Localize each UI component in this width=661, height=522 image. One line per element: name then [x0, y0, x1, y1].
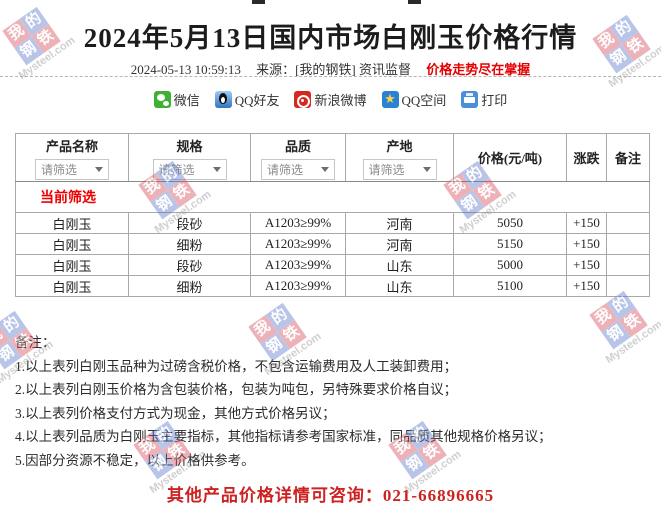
table-row: 白刚玉 段砂 A1203≥99% 河南 5050 +150: [16, 213, 650, 234]
cell-spec: 细粉: [129, 276, 251, 297]
cell-remark: [607, 276, 650, 297]
dashed-divider: [0, 76, 661, 77]
share-weibo-button[interactable]: 新浪微博: [294, 90, 366, 109]
cell-change: +150: [567, 255, 607, 276]
note-item: 4.以上表列品质为白刚玉主要指标，其他指标请参考国家标准，同品质其他规格价格另议…: [15, 425, 645, 449]
wechat-icon: [154, 91, 171, 108]
cell-change: +150: [567, 234, 607, 255]
column-label-origin: 产地: [386, 136, 412, 155]
column-header-remark: 备注: [607, 134, 650, 182]
filter-select-product[interactable]: 请筛选: [35, 159, 109, 180]
chevron-down-icon: [321, 167, 329, 172]
filter-placeholder: 请筛选: [159, 161, 195, 178]
filter-select-quality[interactable]: 请筛选: [261, 159, 335, 180]
filter-placeholder: 请筛选: [41, 161, 77, 178]
chevron-down-icon: [423, 167, 431, 172]
share-bar: 微信 QQ好友 新浪微博 ★ QQ空间 打印: [0, 90, 661, 109]
share-wechat-button[interactable]: 微信: [154, 90, 200, 109]
column-header-quality: 品质 请筛选: [251, 134, 346, 182]
cell-spec: 段砂: [129, 255, 251, 276]
cell-origin: 河南: [346, 234, 454, 255]
cell-price: 5150: [454, 234, 567, 255]
cell-product: 白刚玉: [16, 213, 129, 234]
share-qzone-button[interactable]: ★ QQ空间: [382, 90, 447, 109]
cell-change: +150: [567, 276, 607, 297]
page-title: 2024年5月13日国内市场白刚玉价格行情: [0, 16, 661, 55]
cell-product: 白刚玉: [16, 255, 129, 276]
cell-remark: [607, 255, 650, 276]
cell-price: 5000: [454, 255, 567, 276]
filter-placeholder: 请筛选: [267, 161, 303, 178]
source-label: 来源：[我的钢铁] 资讯监督: [256, 62, 411, 77]
qq-icon: [215, 91, 232, 108]
column-label-quality: 品质: [285, 136, 311, 155]
share-qq-label: QQ好友: [235, 90, 280, 109]
column-header-origin: 产地 请筛选: [346, 134, 454, 182]
print-icon: [461, 91, 478, 108]
cropped-text-fragment: [252, 0, 265, 4]
share-wechat-label: 微信: [174, 90, 200, 109]
publish-datetime: 2024-05-13 10:59:13: [131, 62, 241, 77]
table-row: 白刚玉 细粉 A1203≥99% 山东 5100 +150: [16, 276, 650, 297]
table-row: 白刚玉 段砂 A1203≥99% 山东 5000 +150: [16, 255, 650, 276]
share-weibo-label: 新浪微博: [314, 90, 366, 109]
price-table: 产品名称 请筛选 规格 请筛选 品质 请筛选: [15, 133, 650, 297]
column-label-product: 产品名称: [46, 136, 98, 155]
note-item: 5.因部分资源不稳定，以上价格供参考。: [15, 449, 645, 473]
cell-change: +150: [567, 213, 607, 234]
cell-quality: A1203≥99%: [251, 234, 346, 255]
cell-spec: 段砂: [129, 213, 251, 234]
filter-select-origin[interactable]: 请筛选: [363, 159, 437, 180]
column-header-product: 产品名称 请筛选: [16, 134, 129, 182]
table-row: 白刚玉 细粉 A1203≥99% 河南 5150 +150: [16, 234, 650, 255]
note-item: 2.以上表列白刚玉价格为含包装价格，包装为吨包，另特殊要求价格自议；: [15, 378, 645, 402]
chevron-down-icon: [95, 167, 103, 172]
share-qq-button[interactable]: QQ好友: [215, 90, 280, 109]
cell-product: 白刚玉: [16, 276, 129, 297]
cell-remark: [607, 213, 650, 234]
current-filter-label: 当前筛选: [40, 191, 96, 206]
filter-select-spec[interactable]: 请筛选: [153, 159, 227, 180]
qzone-star-icon: ★: [382, 91, 399, 108]
column-header-change: 涨跌: [567, 134, 607, 182]
cell-quality: A1203≥99%: [251, 255, 346, 276]
chevron-down-icon: [213, 167, 221, 172]
cell-spec: 细粉: [129, 234, 251, 255]
note-item: 1.以上表列白刚玉品种为过磅含税价格，不包含运输费用及人工装卸费用；: [15, 355, 645, 379]
notes-section: 备注： 1.以上表列白刚玉品种为过磅含税价格，不包含运输费用及人工装卸费用； 2…: [15, 331, 645, 472]
table-header-row: 产品名称 请筛选 规格 请筛选 品质 请筛选: [16, 134, 650, 182]
slogan-text: 价格走势尽在掌握: [426, 62, 530, 77]
cell-origin: 河南: [346, 213, 454, 234]
filter-placeholder: 请筛选: [369, 161, 405, 178]
print-label: 打印: [481, 90, 507, 109]
cell-remark: [607, 234, 650, 255]
contact-line: 其他产品价格详情可咨询：021-66896665: [0, 481, 661, 506]
column-label-spec: 规格: [176, 136, 202, 155]
cell-price: 5050: [454, 213, 567, 234]
share-qzone-label: QQ空间: [402, 90, 447, 109]
cell-origin: 山东: [346, 276, 454, 297]
cell-price: 5100: [454, 276, 567, 297]
column-header-price: 价格(元/吨): [454, 134, 567, 182]
note-item: 3.以上表列价格支付方式为现金，其他方式价格另议；: [15, 402, 645, 426]
cell-origin: 山东: [346, 255, 454, 276]
weibo-icon: [294, 91, 311, 108]
cropped-text-fragment: [408, 0, 421, 4]
cell-quality: A1203≥99%: [251, 213, 346, 234]
cell-product: 白刚玉: [16, 234, 129, 255]
notes-title: 备注：: [15, 331, 645, 355]
current-filter-row: 当前筛选: [16, 182, 650, 213]
cell-quality: A1203≥99%: [251, 276, 346, 297]
column-header-spec: 规格 请筛选: [129, 134, 251, 182]
print-button[interactable]: 打印: [461, 90, 507, 109]
